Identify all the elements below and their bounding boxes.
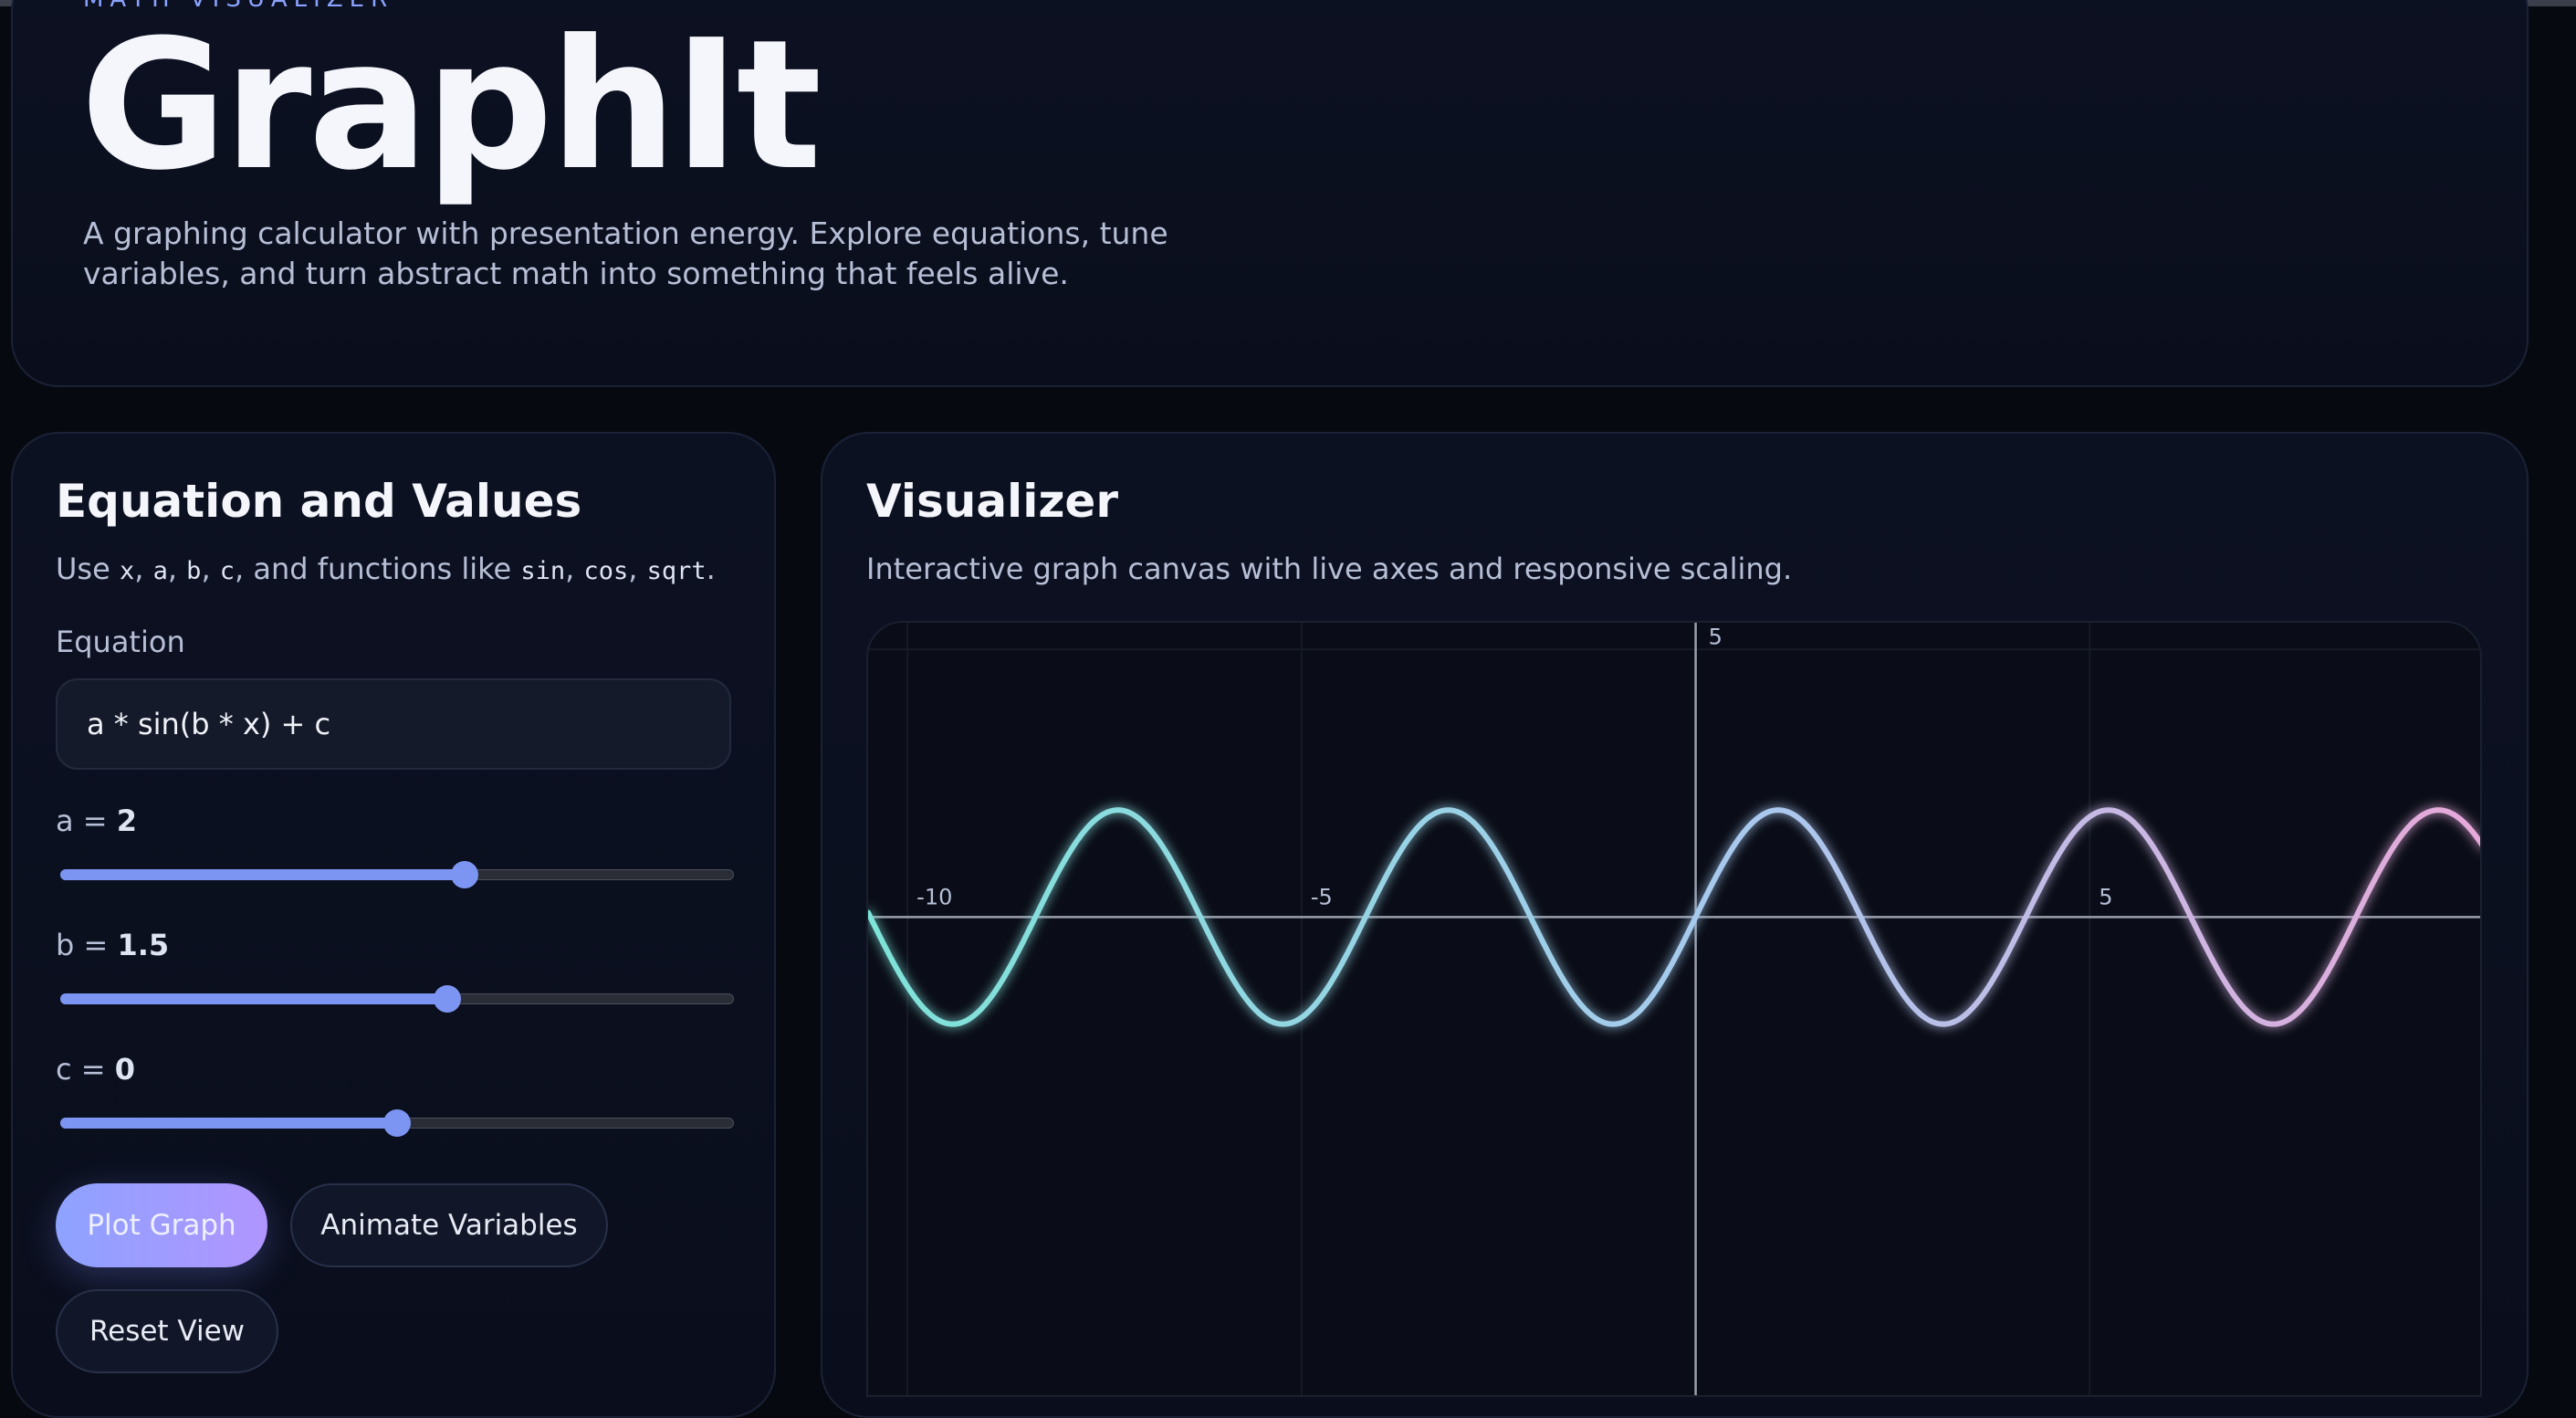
axes xyxy=(868,623,2480,1395)
graph-canvas[interactable]: -10-55105 xyxy=(866,621,2482,1397)
slider-thumb[interactable] xyxy=(434,985,462,1013)
slider-b-label: b = 1.5 xyxy=(56,928,170,962)
animate-variables-button[interactable]: Animate Variables xyxy=(290,1183,608,1267)
slider-fill xyxy=(60,1118,397,1129)
slider-fill xyxy=(60,993,448,1004)
hero-subtitle: A graphing calculator with presentation … xyxy=(83,215,1168,291)
visualizer-heading: Visualizer xyxy=(866,475,1119,528)
slider-a-value: 2 xyxy=(116,804,138,838)
slider-a[interactable] xyxy=(60,856,734,893)
equation-input[interactable] xyxy=(56,678,731,770)
equation-label: Equation xyxy=(56,625,185,659)
hero-card: MATH VISUALIZER GraphIt A graphing calcu… xyxy=(11,0,2529,387)
slider-c[interactable] xyxy=(60,1105,734,1141)
slider-c-label: c = 0 xyxy=(56,1052,136,1087)
y-tick-label: 5 xyxy=(1709,624,1723,649)
slider-b[interactable] xyxy=(60,981,734,1017)
slider-thumb[interactable] xyxy=(450,861,478,888)
tick-labels: -10-55105 xyxy=(916,624,2112,909)
x-tick-label: 5 xyxy=(2099,884,2112,909)
slider-c-value: 0 xyxy=(114,1052,136,1087)
slider-thumb[interactable] xyxy=(383,1109,411,1137)
graph-svg[interactable]: -10-55105 xyxy=(868,623,2482,1397)
slider-fill xyxy=(60,869,465,880)
visualizer-desc: Interactive graph canvas with live axes … xyxy=(866,551,1793,586)
slider-b-value: 1.5 xyxy=(117,928,170,962)
equation-panel-desc: Use x, a, b, c, and functions like sin, … xyxy=(56,551,716,586)
app-title: GraphIt xyxy=(80,2,822,210)
x-tick-label: -10 xyxy=(916,884,952,909)
equation-panel-heading: Equation and Values xyxy=(56,475,582,528)
x-tick-label: -5 xyxy=(1311,884,1333,909)
reset-view-button[interactable]: Reset View xyxy=(56,1289,278,1373)
slider-a-label: a = 2 xyxy=(56,804,138,838)
grid-lines xyxy=(868,623,2480,1395)
plot-graph-button[interactable]: Plot Graph xyxy=(56,1183,267,1267)
